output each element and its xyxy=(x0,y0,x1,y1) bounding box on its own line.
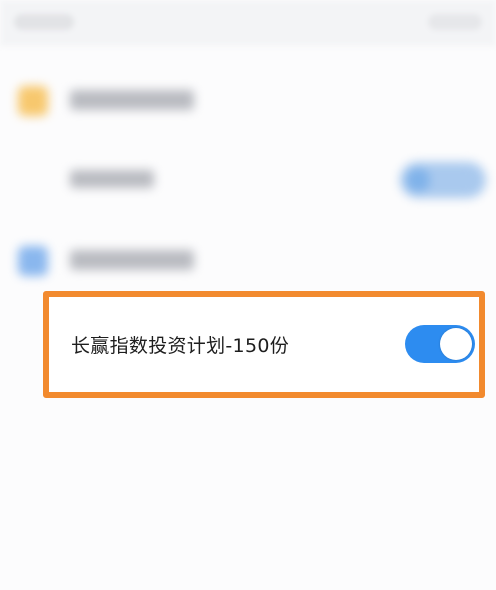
blurred-group-title-1 xyxy=(70,90,194,110)
highlighted-plan-row[interactable]: 长赢指数投资计划-150份 xyxy=(43,291,485,398)
top-right-action-blurred xyxy=(428,14,482,30)
blurred-sub-title xyxy=(70,170,154,188)
group-icon-1 xyxy=(18,86,48,116)
blurred-list xyxy=(0,46,496,294)
toggle-knob xyxy=(440,328,472,360)
blurred-group-title-2 xyxy=(70,250,194,270)
blurred-group-row-2 xyxy=(0,228,496,292)
blurred-sub-row xyxy=(0,146,496,210)
blurred-group-row-1 xyxy=(0,68,496,132)
group-icon-2 xyxy=(18,246,48,276)
back-button-blurred xyxy=(14,14,74,30)
plan-toggle-switch[interactable] xyxy=(405,325,475,363)
blurred-toggle xyxy=(400,162,486,198)
screen: 长赢指数投资计划-150份 xyxy=(0,0,496,590)
top-bar-blurred xyxy=(0,0,496,46)
plan-label: 长赢指数投资计划-150份 xyxy=(71,335,290,357)
